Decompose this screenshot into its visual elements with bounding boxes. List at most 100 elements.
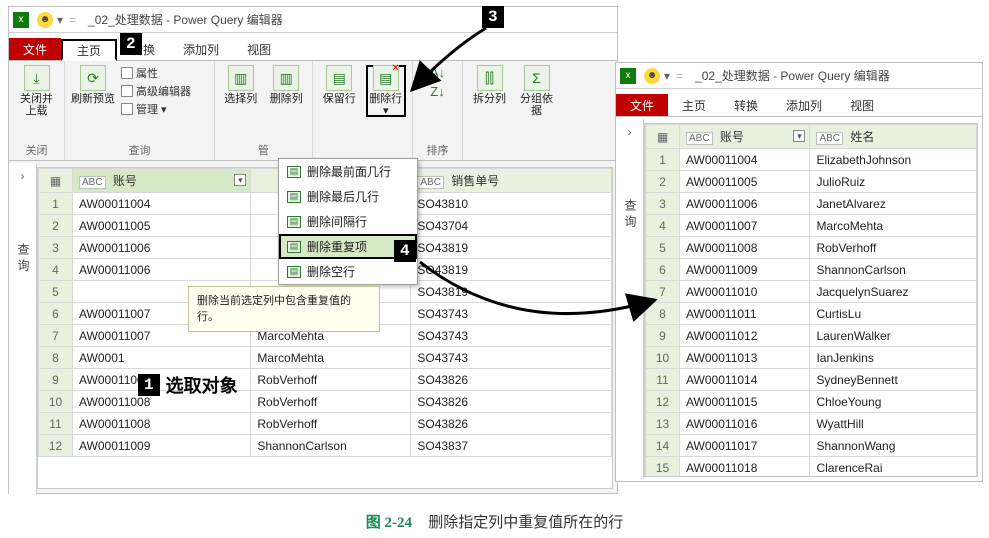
remove-rows-button[interactable]: ▤✕ 删除行 ▾ xyxy=(366,65,407,117)
filter-dropdown-icon[interactable]: ▾ xyxy=(793,130,805,142)
cell-account[interactable]: AW00011005 xyxy=(73,215,251,237)
cell-salesorder[interactable]: SO43743 xyxy=(411,325,612,347)
cell-salesorder[interactable]: SO43826 xyxy=(411,413,612,435)
cell-name[interactable]: CurtisLu xyxy=(810,303,977,325)
col-header-name[interactable]: ABC 姓名 xyxy=(810,125,977,149)
table-row[interactable]: 9 AW00011008 RobVerhoff SO43826 xyxy=(39,369,612,391)
table-row[interactable]: 1 AW00011004 ElizabethJohnson xyxy=(646,149,977,171)
cell-account[interactable]: AW00011014 xyxy=(680,369,810,391)
cell-name[interactable]: ElizabethJohnson xyxy=(810,149,977,171)
cell-name[interactable]: SydneyBennett xyxy=(810,369,977,391)
cell-account[interactable]: AW00011008 xyxy=(680,237,810,259)
properties-button[interactable]: 属性 xyxy=(121,65,191,81)
cell-salesorder[interactable]: SO43819 xyxy=(411,259,612,281)
split-column-button[interactable]: ⫿⫿ 拆分列 xyxy=(469,65,510,117)
cell-name[interactable]: ShannonCarlson xyxy=(251,435,411,457)
queries-pane-collapsed[interactable]: › 查询 xyxy=(9,163,37,495)
cell-name[interactable]: RobVerhoff xyxy=(251,413,411,435)
cell-account[interactable]: AW00011016 xyxy=(680,413,810,435)
cell-account[interactable]: AW00011009 xyxy=(73,435,251,457)
remove-bottom-rows-item[interactable]: ▤删除最后几行 xyxy=(279,184,417,209)
cell-salesorder[interactable]: SO43743 xyxy=(411,347,612,369)
table-row[interactable]: 6 AW00011009 ShannonCarlson xyxy=(646,259,977,281)
group-by-button[interactable]: Σ 分组依据 xyxy=(516,65,557,117)
cell-name[interactable]: MarcoMehta xyxy=(251,347,411,369)
tab-home[interactable]: 主页 xyxy=(61,39,117,61)
cell-name[interactable]: JanetAlvarez xyxy=(810,193,977,215)
cell-account[interactable]: AW00011012 xyxy=(680,325,810,347)
table-row[interactable]: 3 AW00011006 JanetAlvarez xyxy=(646,193,977,215)
table-row[interactable]: 10 AW00011008 RobVerhoff SO43826 xyxy=(39,391,612,413)
table-row[interactable]: 8 AW00011011 CurtisLu xyxy=(646,303,977,325)
cell-account[interactable]: AW00011004 xyxy=(73,193,251,215)
remove-alt-rows-item[interactable]: ▤删除间隔行 xyxy=(279,209,417,234)
table-row[interactable]: 14 AW00011017 ShannonWang xyxy=(646,435,977,457)
tab-addcolumn[interactable]: 添加列 xyxy=(169,38,233,60)
cell-salesorder[interactable]: SO43826 xyxy=(411,391,612,413)
cell-salesorder[interactable]: SO43743 xyxy=(411,303,612,325)
tab-transform[interactable]: 转换 xyxy=(720,94,772,116)
table-row[interactable]: 4 AW00011007 MarcoMehta xyxy=(646,215,977,237)
cell-account[interactable]: AW00011008 xyxy=(73,413,251,435)
cell-name[interactable]: ChloeYoung xyxy=(810,391,977,413)
cell-account[interactable]: AW00011009 xyxy=(680,259,810,281)
cell-name[interactable]: RobVerhoff xyxy=(251,391,411,413)
sort-desc-button[interactable]: Z↓ xyxy=(430,84,444,99)
cell-account[interactable]: AW00011006 xyxy=(73,237,251,259)
cell-account[interactable]: AW00011005 xyxy=(680,171,810,193)
sort-asc-button[interactable]: A↓ xyxy=(430,65,445,80)
table-row[interactable]: 10 AW00011013 IanJenkins xyxy=(646,347,977,369)
cell-account[interactable]: AW00011017 xyxy=(680,435,810,457)
queries-pane-collapsed-right[interactable]: › 查询 xyxy=(616,119,644,479)
remove-columns-button[interactable]: ▥ 删除列 xyxy=(267,65,307,105)
table-row[interactable]: 12 AW00011009 ShannonCarlson SO43837 xyxy=(39,435,612,457)
cell-salesorder[interactable]: SO43819 xyxy=(411,281,612,303)
table-row[interactable]: 7 AW00011010 JacquelynSuarez xyxy=(646,281,977,303)
cell-name[interactable]: RobVerhoff xyxy=(251,369,411,391)
corner-cell[interactable]: ▦ xyxy=(39,169,73,193)
col-header-account[interactable]: ABC 账号 ▾ xyxy=(73,169,251,193)
cell-name[interactable]: WyattHill xyxy=(810,413,977,435)
corner-cell[interactable]: ▦ xyxy=(646,125,680,149)
qat-dropdown-icon[interactable]: ▾ xyxy=(57,13,63,27)
cell-name[interactable]: LaurenWalker xyxy=(810,325,977,347)
cell-account[interactable]: AW00011004 xyxy=(680,149,810,171)
tab-file[interactable]: 文件 xyxy=(9,38,61,60)
cell-salesorder[interactable]: SO43704 xyxy=(411,215,612,237)
cell-name[interactable]: IanJenkins xyxy=(810,347,977,369)
cell-account[interactable]: AW00011015 xyxy=(680,391,810,413)
cell-account[interactable]: AW00011010 xyxy=(680,281,810,303)
table-row[interactable]: 13 AW00011016 WyattHill xyxy=(646,413,977,435)
cell-name[interactable]: ShannonCarlson xyxy=(810,259,977,281)
cell-name[interactable]: MarcoMehta xyxy=(810,215,977,237)
table-row[interactable]: 2 AW00011005 JulioRuiz xyxy=(646,171,977,193)
cell-name[interactable]: ShannonWang xyxy=(810,435,977,457)
cell-name[interactable]: JacquelynSuarez xyxy=(810,281,977,303)
cell-salesorder[interactable]: SO43810 xyxy=(411,193,612,215)
cell-name[interactable]: JulioRuiz xyxy=(810,171,977,193)
table-row[interactable]: 9 AW00011012 LaurenWalker xyxy=(646,325,977,347)
table-row[interactable]: 15 AW00011018 ClarenceRai xyxy=(646,457,977,478)
col-header-account[interactable]: ABC 账号 ▾ xyxy=(680,125,810,149)
tab-view[interactable]: 视图 xyxy=(836,94,888,116)
cell-account[interactable]: AW00011006 xyxy=(73,259,251,281)
remove-top-rows-item[interactable]: ▤删除最前面几行 xyxy=(279,159,417,184)
cell-account[interactable]: AW00011007 xyxy=(680,215,810,237)
cell-name[interactable]: RobVerhoff xyxy=(810,237,977,259)
filter-dropdown-icon[interactable]: ▾ xyxy=(234,174,246,186)
col-header-salesorder[interactable]: ABC 销售单号 xyxy=(411,169,612,193)
table-row[interactable]: 8 AW0001 MarcoMehta SO43743 xyxy=(39,347,612,369)
table-row[interactable]: 5 AW00011008 RobVerhoff xyxy=(646,237,977,259)
refresh-button[interactable]: ⟳ 刷新预览 xyxy=(71,65,115,105)
manage-button[interactable]: 管理 ▾ xyxy=(121,101,191,117)
table-row[interactable]: 11 AW00011008 RobVerhoff SO43826 xyxy=(39,413,612,435)
tab-home[interactable]: 主页 xyxy=(668,94,720,116)
tab-file[interactable]: 文件 xyxy=(616,94,668,116)
tab-view[interactable]: 视图 xyxy=(233,38,285,60)
cell-salesorder[interactable]: SO43826 xyxy=(411,369,612,391)
close-load-button[interactable]: ⤓ 关闭并上载 xyxy=(15,65,58,117)
table-row[interactable]: 12 AW00011015 ChloeYoung xyxy=(646,391,977,413)
choose-columns-button[interactable]: ▥ 选择列 xyxy=(221,65,261,105)
adv-editor-button[interactable]: 高级编辑器 xyxy=(121,83,191,99)
cell-name[interactable]: ClarenceRai xyxy=(810,457,977,478)
